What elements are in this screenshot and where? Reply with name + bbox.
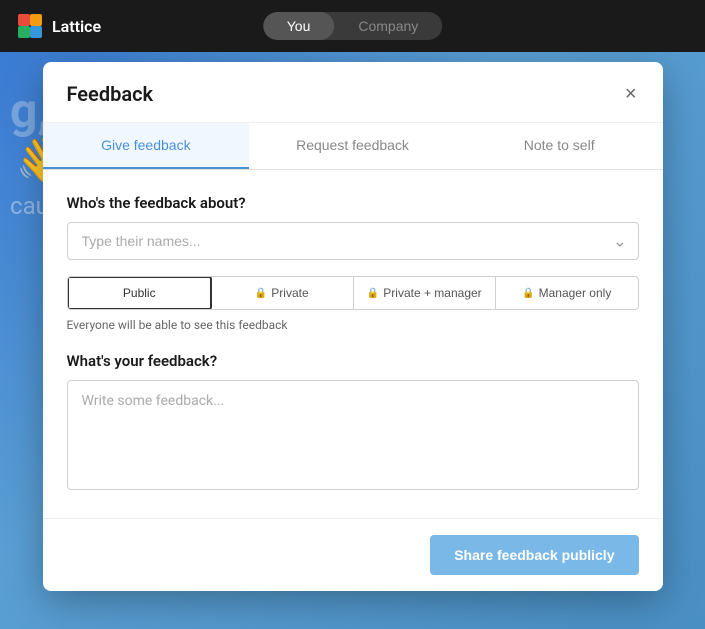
lock-icon-1: 🔒 (255, 288, 267, 299)
private-label: Private (271, 286, 308, 300)
tab-request-feedback[interactable]: Request feedback (249, 123, 456, 169)
modal-title: Feedback (67, 82, 154, 106)
logo-area: Lattice (16, 12, 101, 40)
top-nav: Lattice You Company (0, 0, 705, 52)
visibility-manager-only[interactable]: 🔒 Manager only (496, 277, 638, 309)
lock-icon-3: 🔒 (522, 288, 534, 299)
visibility-hint: Everyone will be able to see this feedba… (67, 318, 639, 332)
modal-body: Who's the feedback about? Type their nam… (43, 170, 663, 518)
manager-only-label: Manager only (539, 286, 612, 300)
feedback-modal: Feedback × Give feedback Request feedbac… (43, 62, 663, 591)
nav-toggle: You Company (263, 12, 443, 40)
tab-note-to-self[interactable]: Note to self (456, 123, 663, 169)
lock-icon-2: 🔒 (367, 288, 379, 299)
who-select-wrapper: Type their names... ⌄ (67, 222, 639, 260)
logo-text: Lattice (52, 17, 101, 36)
submit-button[interactable]: Share feedback publicly (430, 535, 638, 575)
modal-header: Feedback × (43, 62, 663, 123)
visibility-private-manager[interactable]: 🔒 Private + manager (354, 277, 497, 309)
feedback-textarea[interactable] (67, 380, 639, 490)
private-manager-label: Private + manager (383, 286, 481, 300)
you-tab[interactable]: You (263, 12, 335, 40)
modal-tabs: Give feedback Request feedback Note to s… (43, 123, 663, 170)
modal-overlay: Feedback × Give feedback Request feedbac… (0, 52, 705, 629)
who-select[interactable]: Type their names... (67, 222, 639, 260)
feedback-label: What's your feedback? (67, 352, 639, 370)
tab-give-feedback[interactable]: Give feedback (43, 123, 250, 169)
modal-footer: Share feedback publicly (43, 518, 663, 591)
close-button[interactable]: × (623, 82, 639, 106)
company-tab[interactable]: Company (334, 12, 442, 40)
lattice-logo-icon (16, 12, 44, 40)
visibility-options: Public 🔒 Private 🔒 Private + manager 🔒 M… (67, 276, 639, 310)
visibility-private[interactable]: 🔒 Private (211, 277, 354, 309)
public-label: Public (123, 286, 156, 300)
visibility-public[interactable]: Public (67, 276, 213, 310)
who-label: Who's the feedback about? (67, 194, 639, 212)
